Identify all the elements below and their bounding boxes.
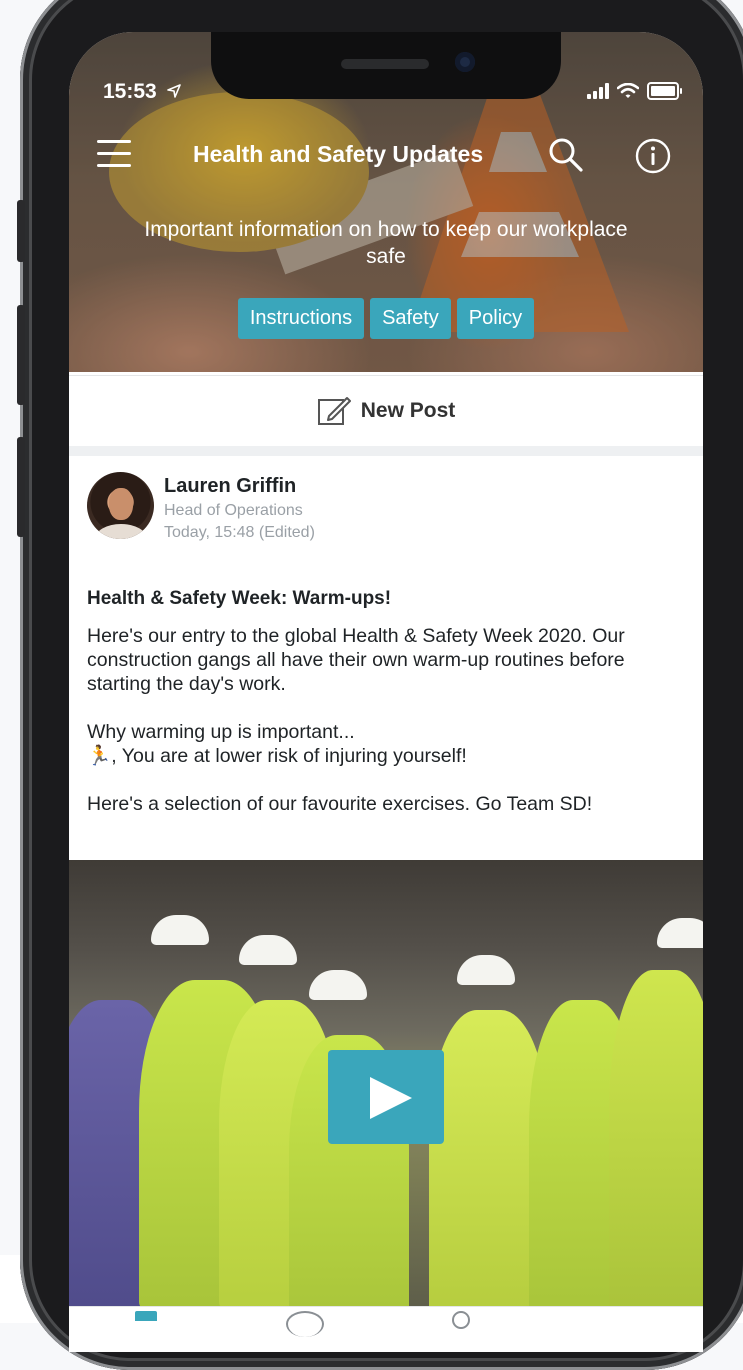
play-icon[interactable] bbox=[328, 1050, 444, 1144]
volume-up-button bbox=[17, 305, 25, 405]
channel-tags: Instructions Safety Policy bbox=[69, 298, 703, 339]
tab-chat-icon[interactable] bbox=[286, 1311, 324, 1337]
mute-switch bbox=[17, 200, 25, 262]
post-paragraph-2-line-1: Why warming up is important... bbox=[87, 721, 355, 743]
location-arrow-icon bbox=[166, 84, 181, 98]
post-timestamp: Today, 15:48 (Edited) bbox=[164, 524, 315, 541]
status-icons bbox=[587, 82, 682, 100]
tag-safety[interactable]: Safety bbox=[370, 298, 451, 339]
volume-down-button bbox=[17, 437, 25, 537]
post-paragraph-3: Here's a selection of our favourite exer… bbox=[87, 793, 593, 815]
channel-description: Important information on how to keep our… bbox=[144, 218, 628, 268]
hamburger-menu-icon[interactable] bbox=[97, 138, 131, 168]
post-paragraph-1: Here's our entry to the global Health & … bbox=[87, 625, 625, 695]
tag-policy[interactable]: Policy bbox=[456, 298, 535, 339]
wifi-icon bbox=[617, 83, 639, 98]
author-name[interactable]: Lauren Griffin bbox=[164, 475, 296, 498]
app-screen: 15:53 Health and Safety Updates Importan… bbox=[69, 32, 703, 1352]
tab-activity-icon[interactable] bbox=[452, 1311, 470, 1329]
speaker-grille bbox=[341, 59, 429, 69]
search-icon[interactable] bbox=[547, 136, 585, 174]
bottom-tab-bar bbox=[69, 1306, 703, 1352]
tag-instructions[interactable]: Instructions bbox=[237, 298, 365, 339]
post-paragraph-2-text: , You are at lower risk of injuring your… bbox=[111, 745, 467, 767]
new-post-label: New Post bbox=[360, 399, 456, 422]
status-time-text: 15:53 bbox=[103, 80, 157, 103]
section-divider bbox=[69, 446, 703, 456]
info-icon[interactable] bbox=[635, 138, 671, 174]
channel-title: Health and Safety Updates bbox=[193, 141, 484, 167]
new-post-button[interactable]: New Post bbox=[69, 375, 703, 447]
device-notch bbox=[211, 32, 561, 99]
post-paragraph-2-line-2: 🏃, You are at lower risk of injuring you… bbox=[87, 744, 693, 768]
battery-icon bbox=[647, 82, 682, 100]
author-role: Head of Operations bbox=[164, 502, 303, 519]
front-camera bbox=[455, 52, 475, 72]
signal-bars-icon bbox=[587, 83, 609, 99]
avatar[interactable] bbox=[87, 472, 154, 539]
tab-home-icon[interactable] bbox=[135, 1311, 157, 1321]
post-body: Here's our entry to the global Health & … bbox=[87, 624, 693, 816]
video-player[interactable] bbox=[69, 860, 703, 1306]
running-person-emoji: 🏃 bbox=[87, 745, 112, 767]
compose-icon bbox=[317, 397, 351, 425]
status-time: 15:53 bbox=[103, 80, 181, 104]
post-title: Health & Safety Week: Warm-ups! bbox=[87, 588, 392, 609]
